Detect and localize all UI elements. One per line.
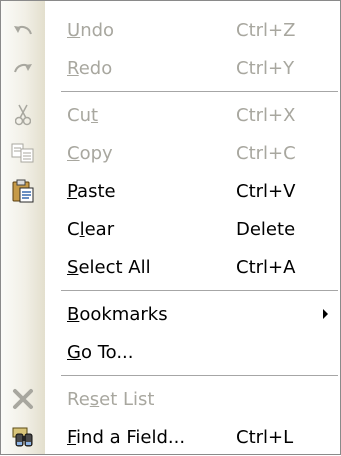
submenu-arrow-icon bbox=[323, 309, 328, 319]
undo-icon bbox=[1, 11, 45, 49]
menu-item-copy[interactable]: Copy Ctrl+C bbox=[1, 134, 340, 172]
menu-item-go-to[interactable]: Go To... bbox=[1, 333, 340, 371]
context-menu: Undo Ctrl+Z Redo Ctrl+Y Cut Ctrl+X Copy Ctrl+C P… bbox=[0, 0, 341, 455]
menu-item-paste[interactable]: Paste Ctrl+V bbox=[1, 172, 340, 210]
menu-item-find-a-field[interactable]: Find a Field... Ctrl+L bbox=[1, 418, 340, 456]
menu-item-reset-list[interactable]: Reset List bbox=[1, 380, 340, 418]
menu-item-select-all[interactable]: Select All Ctrl+A bbox=[1, 248, 340, 286]
menu-separator bbox=[1, 371, 340, 380]
menu-item-label: Bookmarks bbox=[67, 303, 168, 325]
menu-item-label: Select All bbox=[67, 256, 151, 278]
binoculars-icon bbox=[1, 418, 45, 456]
menu-item-label: Copy bbox=[67, 142, 113, 164]
menu-item-shortcut: Ctrl+Y bbox=[236, 57, 295, 79]
menu-item-undo[interactable]: Undo Ctrl+Z bbox=[1, 11, 340, 49]
copy-icon bbox=[1, 134, 45, 172]
menu-item-label: Find a Field... bbox=[67, 426, 186, 448]
menu-item-redo[interactable]: Redo Ctrl+Y bbox=[1, 49, 340, 87]
menu-item-shortcut: Ctrl+Z bbox=[236, 19, 296, 41]
menu-items: Undo Ctrl+Z Redo Ctrl+Y Cut Ctrl+X Copy Ctrl+C P… bbox=[1, 11, 340, 456]
menu-item-shortcut: Delete bbox=[236, 218, 296, 240]
menu-item-label: Undo bbox=[67, 19, 115, 41]
menu-item-label: Redo bbox=[67, 57, 113, 79]
menu-item-cut[interactable]: Cut Ctrl+X bbox=[1, 96, 340, 134]
menu-item-label: Go To... bbox=[67, 341, 134, 363]
menu-item-shortcut: Ctrl+L bbox=[236, 426, 294, 448]
menu-item-label: Clear bbox=[67, 218, 115, 240]
menu-item-clear[interactable]: Clear Delete bbox=[1, 210, 340, 248]
scissors-icon bbox=[1, 96, 45, 134]
x-icon bbox=[1, 380, 45, 418]
menu-item-label: Paste bbox=[67, 180, 116, 202]
menu-item-label: Cut bbox=[67, 104, 99, 126]
menu-item-shortcut: Ctrl+A bbox=[236, 256, 296, 278]
menu-item-shortcut: Ctrl+V bbox=[236, 180, 296, 202]
menu-separator bbox=[1, 87, 340, 96]
menu-item-bookmarks[interactable]: Bookmarks bbox=[1, 295, 340, 333]
clipboard-icon bbox=[1, 172, 45, 210]
menu-item-label: Reset List bbox=[67, 388, 155, 410]
menu-item-shortcut: Ctrl+X bbox=[236, 104, 296, 126]
menu-item-shortcut: Ctrl+C bbox=[236, 142, 296, 164]
redo-icon bbox=[1, 49, 45, 87]
menu-separator bbox=[1, 286, 340, 295]
